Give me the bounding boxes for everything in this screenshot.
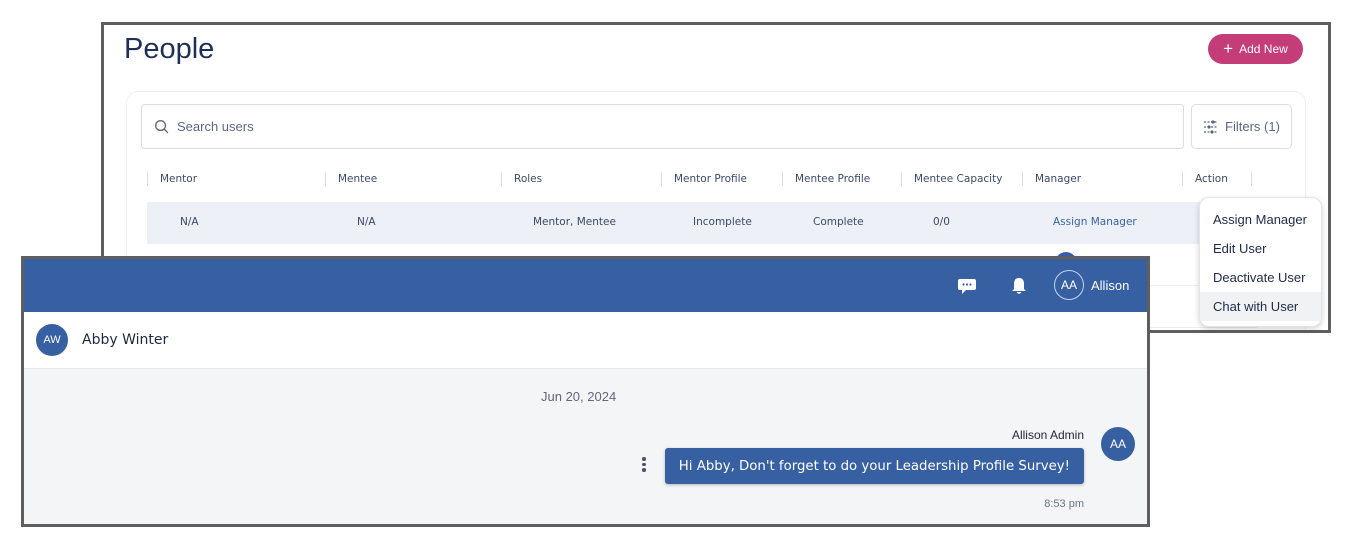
message-sender: Allison Admin	[1011, 428, 1084, 442]
contact-name: Abby Winter	[82, 332, 169, 348]
column-header-action: Action	[1182, 172, 1252, 186]
add-new-label: Add New	[1239, 42, 1288, 56]
cell-mentee-capacity: 0/0	[933, 216, 950, 228]
column-header-mentor-profile[interactable]: Mentor Profile	[661, 172, 747, 186]
filters-button[interactable]: Filters (1)	[1191, 104, 1292, 149]
filters-label: Filters (1)	[1225, 119, 1280, 134]
search-input[interactable]	[177, 119, 1104, 134]
menu-item-assign-manager[interactable]: Assign Manager	[1200, 205, 1321, 234]
sender-avatar: AA	[1101, 427, 1135, 461]
plus-icon: +	[1223, 38, 1234, 58]
message-options-icon[interactable]	[641, 457, 647, 475]
chat-window: AA Allison AW Abby Winter Jun 20, 2024 A…	[21, 256, 1150, 527]
table-header: Mentor Mentee Roles Mentor Profile Mente…	[147, 164, 1297, 194]
assign-manager-link[interactable]: Assign Manager	[1053, 216, 1137, 228]
action-menu: Assign Manager Edit User Deactivate User…	[1199, 197, 1322, 327]
user-menu[interactable]: AA Allison	[1054, 270, 1129, 300]
column-header-manager[interactable]: Manager	[1022, 172, 1081, 186]
menu-item-chat-with-user[interactable]: Chat with User	[1200, 292, 1321, 321]
cell-mentee-profile: Complete	[813, 216, 864, 228]
menu-item-edit-user[interactable]: Edit User	[1200, 234, 1321, 263]
cell-roles: Mentor, Mentee	[533, 216, 616, 228]
contact-avatar: AW	[36, 324, 68, 356]
user-name: Allison	[1091, 277, 1130, 293]
date-separator: Jun 20, 2024	[541, 389, 617, 404]
column-header-mentee-capacity[interactable]: Mentee Capacity	[901, 172, 1002, 186]
top-bar: AA Allison	[24, 259, 1147, 312]
bell-icon[interactable]	[1009, 276, 1029, 296]
page-title: People	[124, 33, 215, 65]
column-header-roles[interactable]: Roles	[501, 172, 542, 186]
column-header-mentor[interactable]: Mentor	[147, 172, 197, 186]
chat-header: AW Abby Winter	[24, 312, 1147, 369]
column-header-mentee[interactable]: Mentee	[325, 172, 377, 186]
menu-item-deactivate-user[interactable]: Deactivate User	[1200, 263, 1321, 292]
cell-mentee: N/A	[357, 216, 376, 228]
table-row[interactable]: N/A N/A Mentor, Mentee Incomplete Comple…	[147, 202, 1247, 244]
add-new-button[interactable]: + Add New	[1208, 34, 1303, 64]
chat-bubble-icon[interactable]	[957, 276, 977, 296]
message-timestamp: 8:53 pm	[1044, 498, 1084, 510]
column-header-mentee-profile[interactable]: Mentee Profile	[782, 172, 870, 186]
sliders-icon	[1204, 119, 1219, 134]
search-field[interactable]	[141, 104, 1184, 149]
user-avatar: AA	[1054, 270, 1084, 300]
cell-mentor-profile: Incomplete	[693, 216, 752, 228]
cell-mentor: N/A	[180, 216, 199, 228]
search-icon	[155, 120, 169, 134]
message-bubble: Hi Abby, Don't forget to do your Leaders…	[664, 448, 1084, 484]
